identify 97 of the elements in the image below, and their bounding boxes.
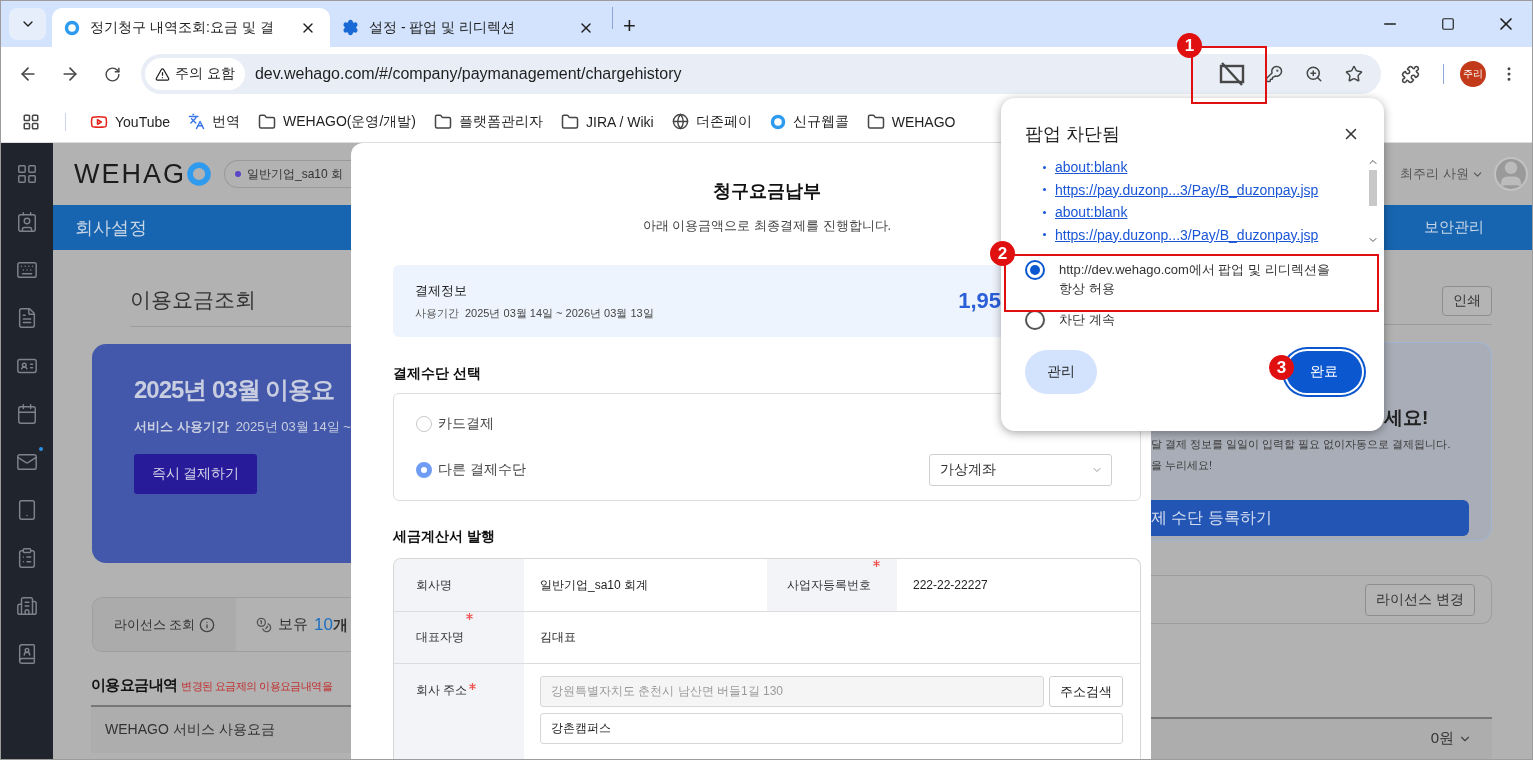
amount-text: 1,95 xyxy=(958,288,1001,314)
bookmark-link[interactable]: WEHAGO xyxy=(866,112,956,131)
period-label: 사용기간 xyxy=(415,305,459,321)
section-title: 결제수단 선택 xyxy=(393,365,481,383)
field-label: 회사명 xyxy=(416,576,452,594)
period-text: 2025년 03월 14일 ~ xyxy=(235,418,351,436)
bookmark-link[interactable]: 신규웹콜 xyxy=(769,112,849,131)
url-text: dev.wehago.com/#/company/paymanagement/chargehistory xyxy=(254,65,682,83)
usage-row[interactable]: WEHAGO 서비스 사용요금 xyxy=(91,705,351,753)
folder-icon xyxy=(434,112,452,131)
ring-icon xyxy=(186,161,212,187)
folder-icon xyxy=(258,112,276,131)
field-value: 일반기업_sa10 회계 xyxy=(540,576,649,594)
register-payment-button[interactable]: 제 수단 등록하기 xyxy=(1151,500,1469,536)
address-detail-field[interactable]: 강촌캠퍼스 xyxy=(540,713,1123,744)
document-icon[interactable] xyxy=(16,307,38,329)
blocked-popup-link[interactable]: https://pay.duzonp...3/Pay/B_duzonpay.jsp xyxy=(1043,178,1319,201)
browser-tab[interactable]: 설정 - 팝업 및 리디렉션 xyxy=(330,8,608,47)
promo-text: 달 결제 정보를 일일이 입력할 필요 없이자동으로 결제됩니다. xyxy=(1151,437,1452,452)
tab-title: 정기청구 내역조회:요금 및 결 xyxy=(90,18,275,37)
usage-row[interactable]: 0원 xyxy=(1151,716,1492,759)
blocked-popup-link[interactable]: about:blank xyxy=(1043,201,1128,224)
field-label: 대표자명 xyxy=(416,629,464,646)
blocked-window-icon[interactable] xyxy=(1219,62,1245,86)
bubble-title: 팝업 차단됨 xyxy=(1025,123,1120,146)
period-text: 2025년 03월 14일 ~ 2026년 03월 13일 xyxy=(465,305,654,321)
globe-icon xyxy=(671,113,689,130)
address-bar[interactable]: 주의 요함 dev.wehago.com/#/company/paymanagement/chargehistory xyxy=(141,54,1381,94)
notification-dot xyxy=(39,447,43,451)
bookmark-link[interactable]: YouTube xyxy=(90,112,170,131)
new-tab-button[interactable]: + xyxy=(617,13,642,39)
folder-icon xyxy=(866,112,885,131)
payment-method-radio[interactable]: 카드결제 xyxy=(416,415,494,433)
bookmark-link[interactable]: JIRA / Wiki xyxy=(561,112,654,131)
address-book-icon[interactable] xyxy=(16,643,38,665)
grid-icon[interactable] xyxy=(16,163,38,185)
bookmark-link[interactable]: 플랫폼관리자 xyxy=(434,112,543,131)
ring-icon xyxy=(64,19,80,36)
bookmark-link[interactable]: 더존페이 xyxy=(671,112,752,131)
method-select[interactable]: 가상계좌 xyxy=(929,454,1112,486)
warning-icon xyxy=(155,66,170,82)
required-mark-icon xyxy=(469,683,477,690)
tablet-icon[interactable] xyxy=(16,499,38,521)
ring-icon xyxy=(769,113,786,130)
scrollbar-thumb[interactable] xyxy=(1369,170,1377,206)
field-value: 222-22-22227 xyxy=(913,578,988,592)
bookmark-link[interactable]: 번역 xyxy=(188,112,240,131)
period-label: 서비스 사용기간 xyxy=(134,418,229,436)
payment-method-radio[interactable]: 다른 결제수단 xyxy=(416,461,526,479)
pay-now-button[interactable]: 즉시 결제하기 xyxy=(134,454,257,494)
bookmark-link[interactable]: WEHAGO(운영/개발) xyxy=(258,112,416,131)
tab-title: 설정 - 팝업 및 리디렉션 xyxy=(369,18,517,37)
dialog-subtitle: 아래 이용금액으로 최종결제를 진행합니다. xyxy=(641,217,893,235)
print-button[interactable]: 인쇄 xyxy=(1442,286,1492,316)
browser-tab[interactable]: 정기청구 내역조회:요금 및 결 xyxy=(52,8,330,47)
calendar-icon[interactable] xyxy=(16,403,38,425)
contact-card-icon[interactable] xyxy=(16,211,38,233)
tab-list-button[interactable] xyxy=(9,8,46,40)
user-menu[interactable]: 최주리 사원 xyxy=(1400,165,1484,183)
required-mark-icon xyxy=(466,613,473,620)
payment-info-label: 결제정보 xyxy=(415,281,468,300)
section-header: 회사설정 xyxy=(53,205,351,250)
security-chip[interactable]: 주의 요함 xyxy=(145,58,245,90)
popup-option-radio[interactable]: 차단 계속 xyxy=(1025,310,1338,330)
section-title: 세금계산서 발행 xyxy=(393,528,495,546)
blocked-popup-link[interactable]: about:blank xyxy=(1043,156,1128,179)
license-change-button[interactable]: 라이선스 변경 xyxy=(1365,583,1475,616)
clipboard-list-icon[interactable] xyxy=(16,547,38,569)
manage-button[interactable]: 관리 xyxy=(1025,350,1097,394)
promo-text: 을 누리세요! xyxy=(1151,458,1214,473)
field-label: 사업자등록번호 xyxy=(787,576,871,594)
required-mark-icon xyxy=(873,560,880,567)
profile-avatar[interactable]: 주리 xyxy=(1460,61,1486,87)
building-icon[interactable] xyxy=(16,595,38,617)
info-icon[interactable] xyxy=(199,616,216,633)
notice-text: 변경된 요금제의 이용요금내역을 xyxy=(181,679,332,694)
license-label: 라이선스 조회 xyxy=(113,615,196,634)
translate-icon xyxy=(188,113,205,130)
keyboard-icon[interactable] xyxy=(16,259,38,281)
section-title: 이용요금내역 xyxy=(91,676,178,695)
promo-title: 세요! xyxy=(1384,406,1430,430)
popup-option-radio[interactable]: http://dev.wehago.com에서 팝업 및 리디렉션을 항상 허용 xyxy=(1025,260,1338,298)
amount-text: 0원 xyxy=(1430,729,1454,749)
field-value: 김대표 xyxy=(540,629,576,646)
bill-title: 2025년 03월 이용요 xyxy=(134,375,336,405)
held-count: 10개 xyxy=(314,614,348,635)
menu-item[interactable]: 보안관리 xyxy=(1424,218,1484,237)
held-label: 보유 xyxy=(278,615,308,634)
logo-text: WEHAG xyxy=(74,158,186,190)
coins-icon xyxy=(256,616,272,633)
mail-icon[interactable] xyxy=(16,451,38,473)
folder-icon xyxy=(561,112,579,131)
status-dot xyxy=(235,171,241,177)
address-search-button[interactable]: 주소검색 xyxy=(1049,676,1123,707)
field-label: 회사 주소 xyxy=(416,682,468,699)
blocked-popup-link[interactable]: https://pay.duzonp...3/Pay/B_duzonpay.jsp xyxy=(1043,223,1319,246)
gear-icon xyxy=(342,19,359,36)
